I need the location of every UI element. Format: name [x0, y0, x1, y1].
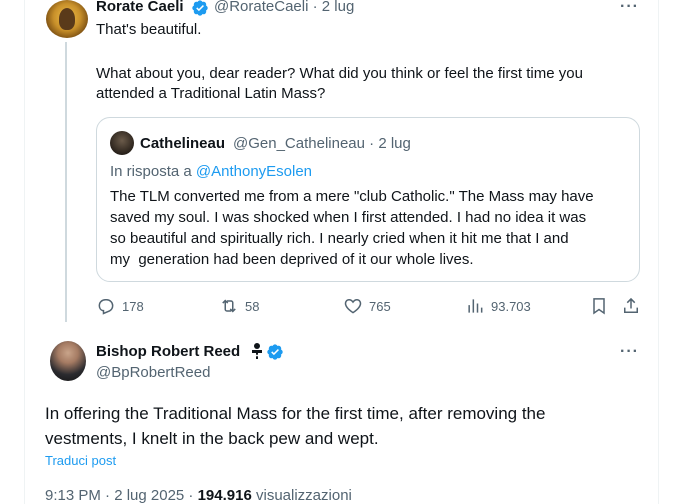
thread-connector-line	[65, 42, 67, 322]
avatar-rorate-caeli[interactable]	[46, 0, 88, 38]
timeline-border-left	[24, 0, 25, 504]
avatar-bishop-robert-reed[interactable]	[50, 341, 86, 381]
author-handle[interactable]: @RorateCaeli · 2 lug	[214, 0, 354, 15]
like-icon	[344, 298, 362, 314]
repost-button[interactable]: 58	[219, 296, 259, 316]
avatar-cathelineau	[110, 131, 134, 155]
bookmark-button[interactable]	[589, 296, 609, 316]
share-icon	[624, 297, 638, 313]
views-icon	[468, 299, 483, 313]
reply-button[interactable]: 178	[96, 296, 144, 316]
views-count: 93.703	[491, 298, 531, 314]
like-button[interactable]: 765	[343, 296, 391, 316]
timeline-border-right	[658, 0, 659, 504]
author-name[interactable]: Rorate Caeli	[96, 0, 184, 15]
tweet-text: In offering the Traditional Mass for the…	[45, 404, 546, 448]
more-icon[interactable]: ···	[620, 0, 639, 16]
reply-count: 178	[122, 298, 144, 314]
reply-handle-link[interactable]: @AnthonyEsolen	[196, 163, 312, 180]
views-button[interactable]: 93.703	[465, 296, 531, 316]
tweet-text: That's beautiful. What about you, dear r…	[96, 21, 583, 102]
translate-post-link[interactable]: Traduci post	[45, 453, 116, 468]
repost-count: 58	[245, 298, 260, 314]
repost-icon	[222, 299, 236, 313]
quoted-tweet-text: The TLM converted me from a mere "club C…	[110, 188, 594, 268]
quoted-author-handle: @Gen_Cathelineau · 2 lug	[233, 135, 411, 152]
reply-context: In risposta a @AnthonyEsolen	[110, 163, 313, 180]
like-count: 765	[369, 298, 391, 314]
author-handle[interactable]: @BpRobertReed	[96, 364, 210, 381]
clergy-emoji-icon	[252, 343, 262, 359]
reply-icon	[98, 299, 114, 315]
quoted-author-name: Cathelineau	[140, 135, 226, 152]
post-timestamp[interactable]: 9:13 PM · 2 lug 2025 · 194.916 visualizz…	[45, 487, 352, 504]
author-name[interactable]: Bishop Robert Reed	[96, 343, 240, 360]
verified-badge-icon	[267, 344, 283, 360]
more-icon[interactable]: ···	[620, 343, 639, 361]
verified-badge-icon	[192, 0, 208, 16]
bookmark-icon	[593, 298, 605, 315]
share-button[interactable]	[621, 296, 641, 316]
